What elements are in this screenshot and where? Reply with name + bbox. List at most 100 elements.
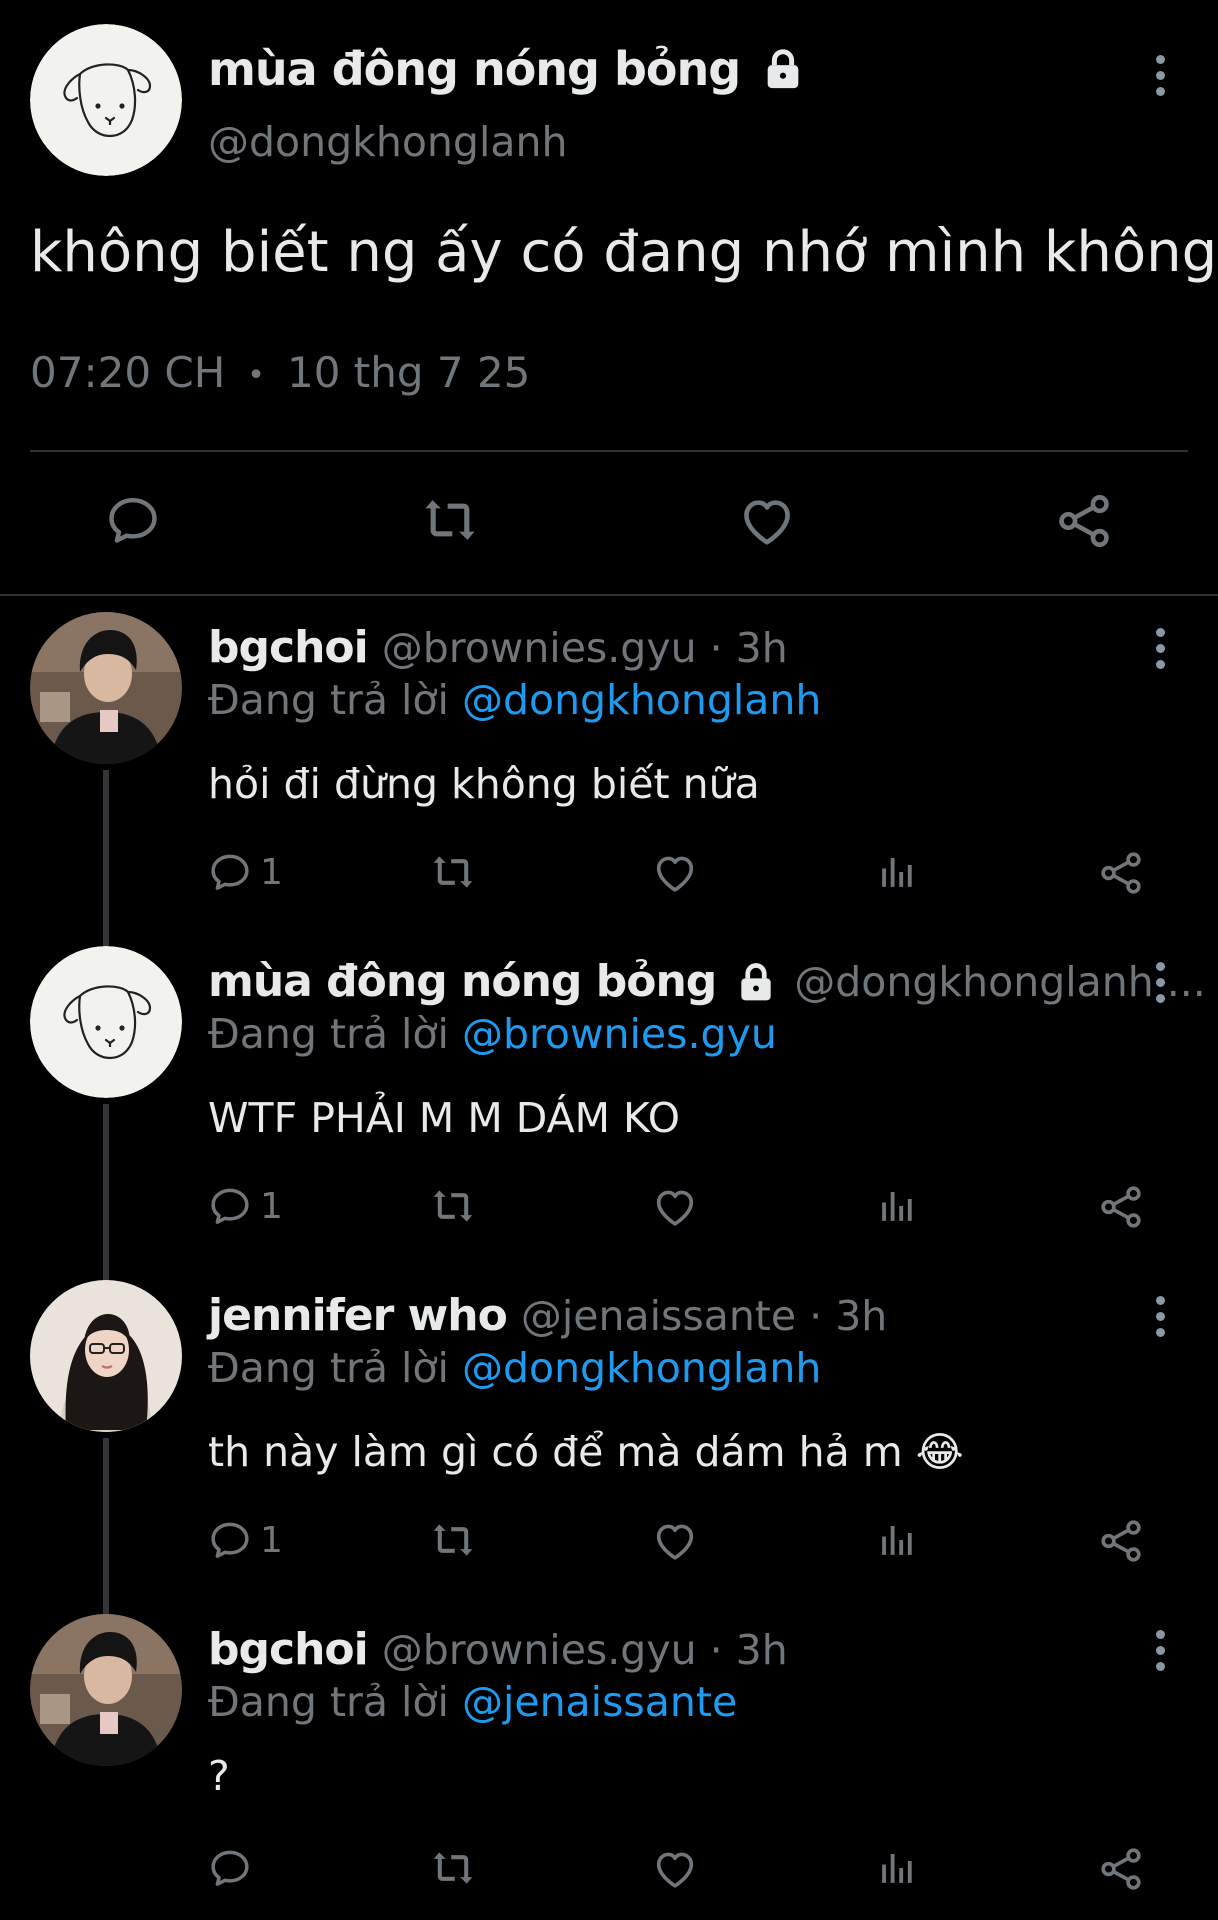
more-vertical-icon[interactable]: [1156, 55, 1166, 103]
retweet-button[interactable]: [428, 1846, 478, 1890]
display-name[interactable]: mùa đông nóng bỏng: [208, 42, 741, 96]
share-button[interactable]: [1098, 850, 1144, 896]
share-icon: [1098, 1846, 1144, 1892]
reply-count: 1: [260, 1185, 283, 1227]
lock-icon: [760, 46, 806, 92]
views-icon: [876, 1518, 918, 1562]
heart-icon: [652, 1518, 698, 1564]
retweet-button[interactable]: [428, 1518, 478, 1562]
person-photo-avatar-image: [30, 1280, 182, 1432]
divider: [30, 450, 1188, 452]
tweet-date[interactable]: 10 thg 7 25: [287, 348, 530, 404]
share-icon: [1098, 1518, 1144, 1564]
reply-icon: [208, 1846, 252, 1890]
avatar[interactable]: [30, 1614, 182, 1766]
tweet-meta: 07:20 CH • 10 thg 7 25: [30, 348, 530, 404]
thread-connector: [103, 770, 109, 948]
lock-icon: [734, 960, 778, 1004]
like-button[interactable]: [652, 1184, 698, 1230]
reply-button[interactable]: [105, 492, 161, 548]
retweet-icon: [428, 1184, 478, 1228]
person-photo-avatar-image: [30, 1614, 182, 1766]
retweet-icon: [428, 1518, 478, 1562]
heart-icon: [652, 850, 698, 896]
retweet-button[interactable]: [428, 850, 478, 894]
reply-header: jennifer who @jenaissante · 3h: [208, 1290, 887, 1341]
person-photo-avatar-image: [30, 612, 182, 764]
dog-drawing-avatar-image: [30, 24, 182, 176]
replying-prefix: Đang trả lời: [208, 1678, 449, 1726]
share-button[interactable]: [1098, 1518, 1144, 1564]
share-icon: [1055, 492, 1113, 550]
handle-meta[interactable]: @brownies.gyu · 3h: [382, 624, 788, 672]
share-icon: [1098, 1184, 1144, 1230]
more-vertical-icon[interactable]: [1156, 1630, 1166, 1678]
handle-meta[interactable]: @dongkhonglanh ...: [794, 958, 1206, 1006]
mention-link[interactable]: @dongkhonglanh: [462, 1344, 821, 1392]
share-icon: [1098, 850, 1144, 896]
reply-text: hỏi đi đừng không biết nữa: [208, 760, 760, 808]
mention-link[interactable]: @dongkhonglanh: [462, 676, 821, 724]
tweet-text: không biết ng ấy có đang nhớ mình không: [30, 220, 1218, 285]
avatar[interactable]: [30, 612, 182, 764]
retweet-icon: [420, 492, 480, 548]
share-button[interactable]: [1055, 492, 1113, 550]
mention-link[interactable]: @brownies.gyu: [462, 1010, 777, 1058]
replying-to-line: Đang trả lời @jenaissante: [208, 1678, 737, 1726]
views-icon: [876, 1846, 918, 1890]
replying-to-line: Đang trả lời @dongkhonglanh: [208, 676, 821, 724]
retweet-button[interactable]: [420, 492, 480, 548]
views-icon: [876, 1184, 918, 1228]
like-button[interactable]: [652, 850, 698, 896]
reply-header: bgchoi @brownies.gyu · 3h: [208, 1624, 788, 1675]
reply-button[interactable]: 1: [208, 850, 283, 894]
mention-link[interactable]: @jenaissante: [462, 1678, 737, 1726]
avatar[interactable]: [30, 24, 182, 176]
display-name[interactable]: jennifer who: [208, 1290, 508, 1341]
like-button[interactable]: [738, 492, 796, 550]
retweet-button[interactable]: [428, 1184, 478, 1228]
handle-meta[interactable]: @brownies.gyu · 3h: [382, 1626, 788, 1674]
reply-button[interactable]: [208, 1846, 260, 1890]
display-name[interactable]: bgchoi: [208, 1624, 369, 1675]
display-name[interactable]: mùa đông nóng bỏng: [208, 956, 717, 1007]
display-name[interactable]: bgchoi: [208, 622, 369, 673]
heart-icon: [652, 1846, 698, 1892]
replying-prefix: Đang trả lời: [208, 1344, 449, 1392]
reply-header: mùa đông nóng bỏng @dongkhonglanh ...: [208, 956, 1206, 1007]
more-vertical-icon[interactable]: [1156, 628, 1166, 676]
reply-button[interactable]: 1: [208, 1518, 283, 1562]
retweet-icon: [428, 850, 478, 894]
views-button[interactable]: [876, 1518, 918, 1562]
retweet-icon: [428, 1846, 478, 1890]
share-button[interactable]: [1098, 1846, 1144, 1892]
avatar[interactable]: [30, 1280, 182, 1432]
tweet-time[interactable]: 07:20 CH: [30, 348, 225, 404]
reply-icon: [105, 492, 161, 548]
reply-text: WTF PHẢI M M DÁM KO: [208, 1094, 680, 1142]
heart-icon: [738, 492, 796, 550]
reply-count: 1: [260, 1519, 283, 1561]
divider: [0, 594, 1218, 596]
more-vertical-icon[interactable]: [1156, 962, 1166, 1010]
meta-separator: •: [247, 358, 265, 393]
reply-button[interactable]: 1: [208, 1184, 283, 1228]
handle[interactable]: @dongkhonglanh: [208, 118, 567, 166]
handle-meta[interactable]: @jenaissante · 3h: [521, 1292, 887, 1340]
share-button[interactable]: [1098, 1184, 1144, 1230]
views-button[interactable]: [876, 1846, 918, 1890]
reply-text: th này làm gì có để mà dám hả m 😂: [208, 1428, 964, 1476]
views-button[interactable]: [876, 850, 918, 894]
avatar[interactable]: [30, 946, 182, 1098]
heart-icon: [652, 1184, 698, 1230]
thread-connector: [103, 1438, 109, 1616]
reply-text: ?: [208, 1752, 230, 1800]
replying-prefix: Đang trả lời: [208, 1010, 449, 1058]
replying-to-line: Đang trả lời @brownies.gyu: [208, 1010, 777, 1058]
more-vertical-icon[interactable]: [1156, 1296, 1166, 1344]
reply-icon: [208, 1518, 252, 1562]
like-button[interactable]: [652, 1518, 698, 1564]
views-icon: [876, 850, 918, 894]
like-button[interactable]: [652, 1846, 698, 1892]
views-button[interactable]: [876, 1184, 918, 1228]
